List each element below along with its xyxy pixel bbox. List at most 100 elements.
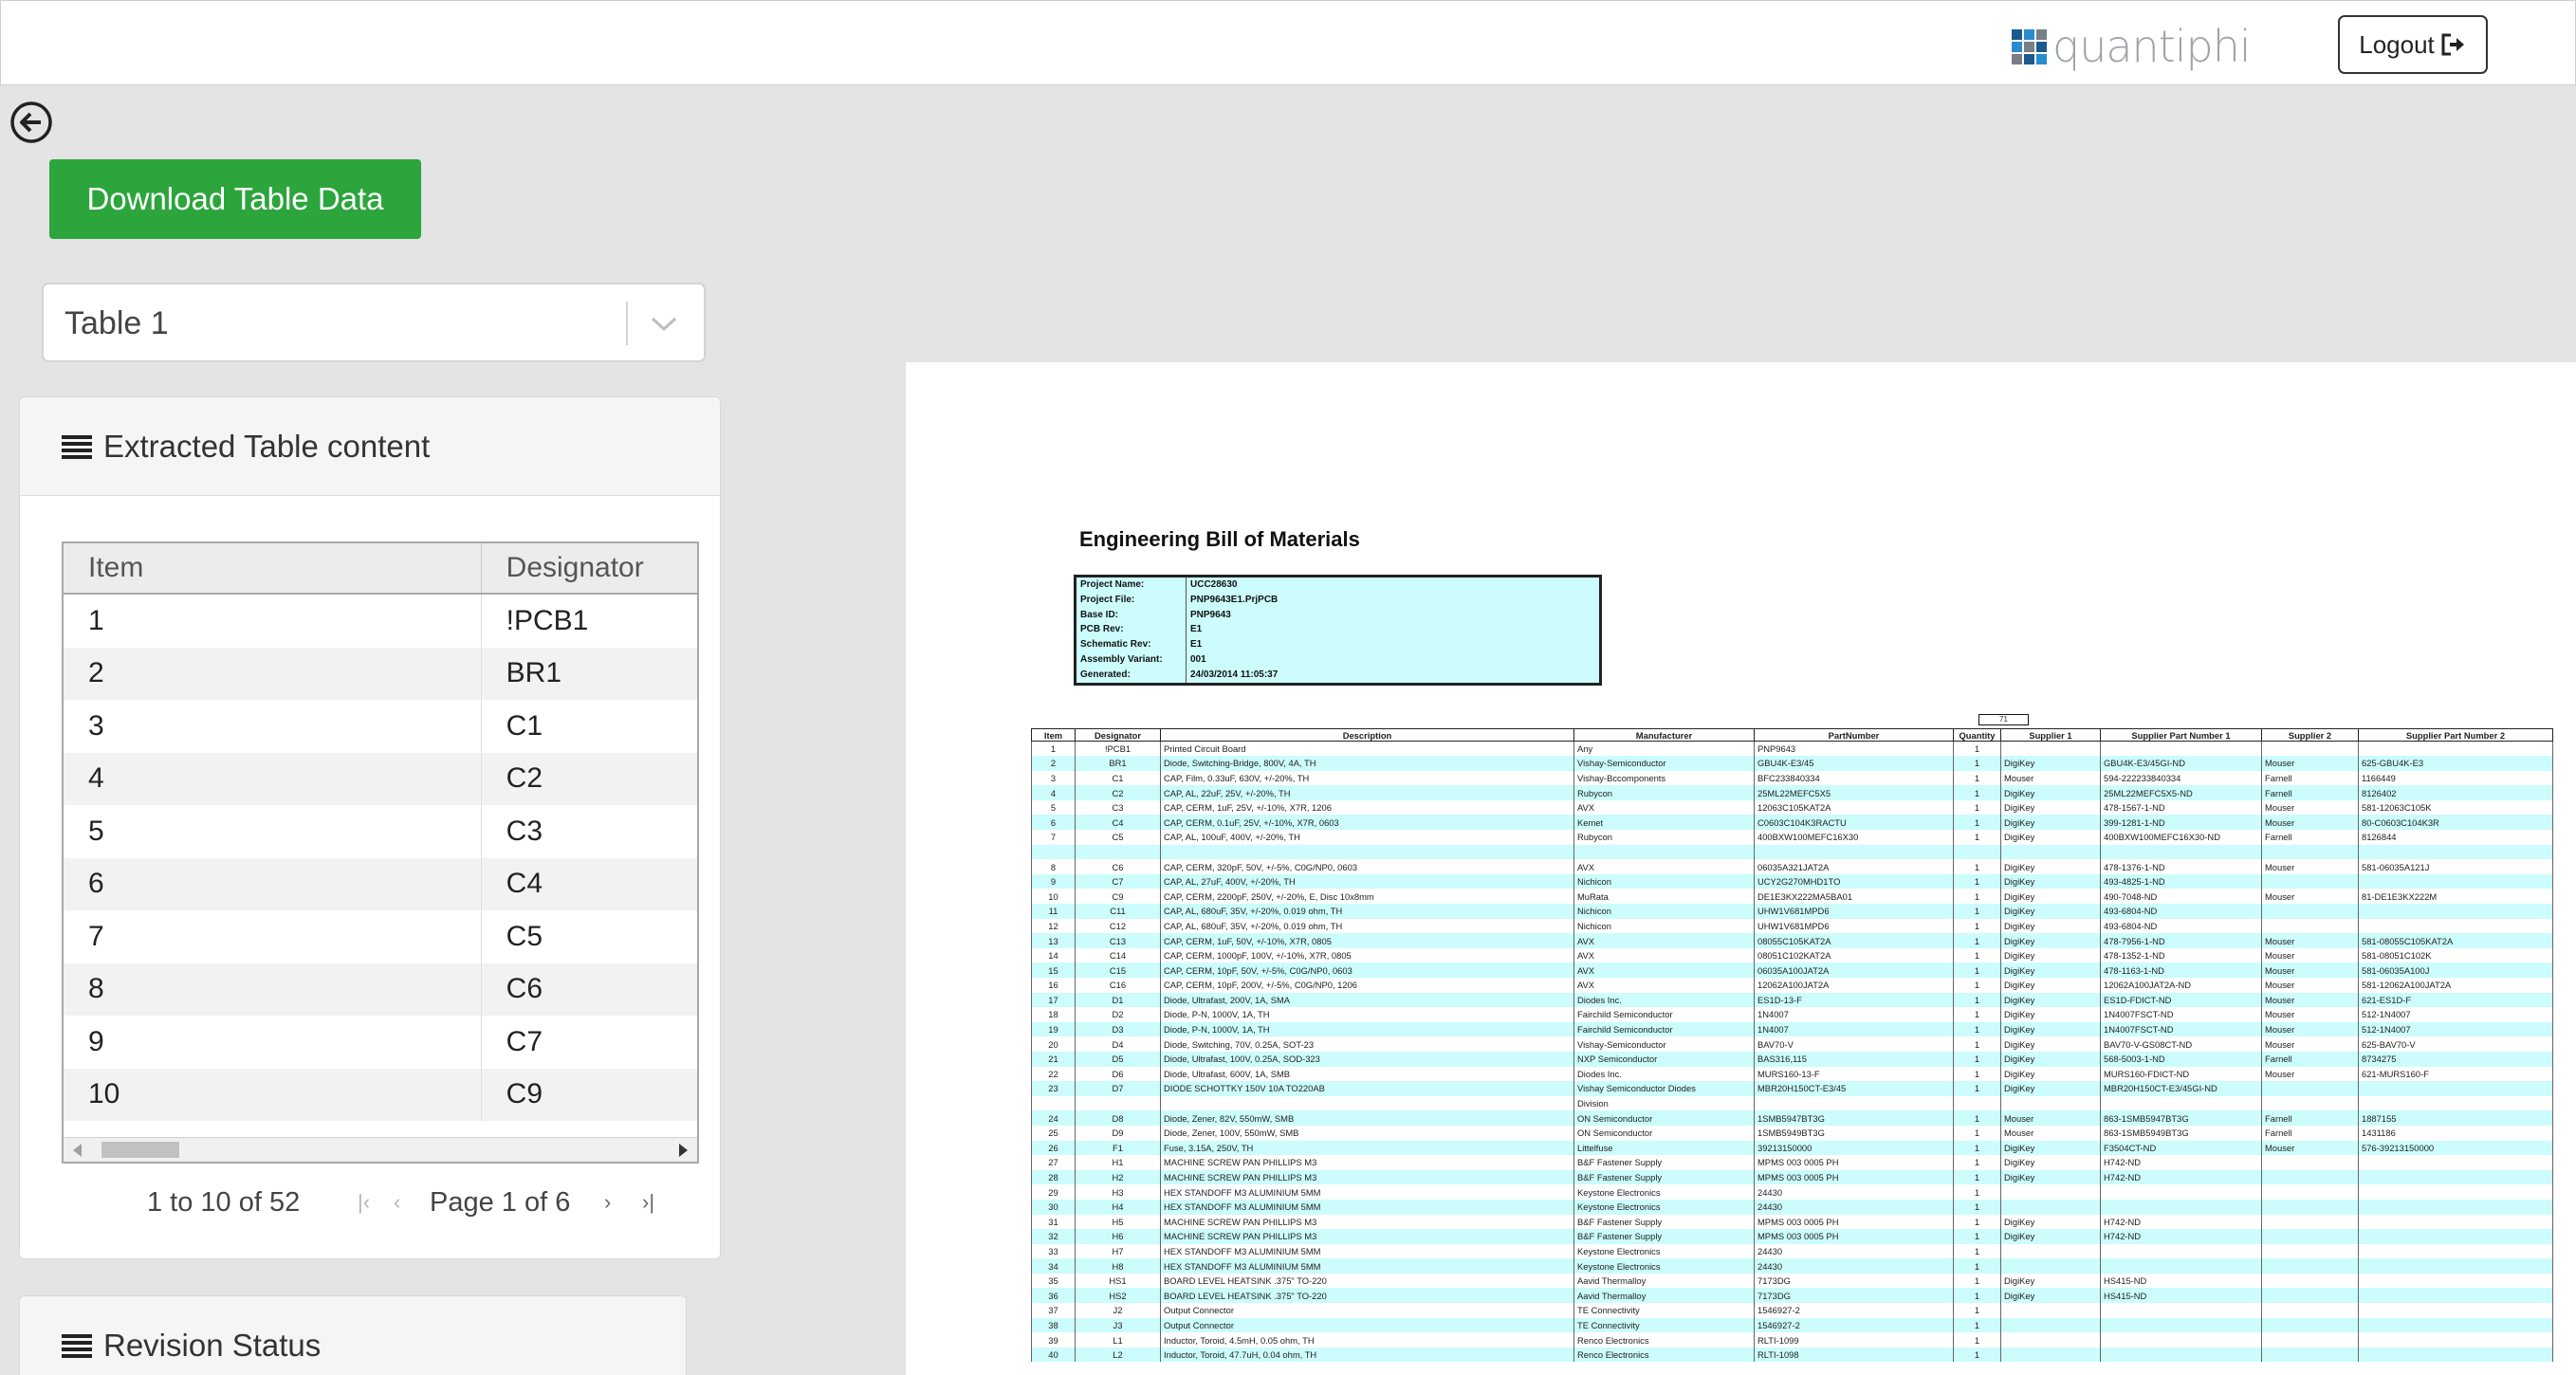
bom-cell: 28 [1031, 1169, 1076, 1185]
logout-button[interactable]: Logout [2338, 15, 2488, 74]
bom-cell [2000, 1199, 2101, 1215]
bom-cell: 1 [1953, 962, 2001, 978]
bom-cell: DigiKey [2000, 873, 2101, 889]
bom-cell: 581-08051C102K [2358, 947, 2553, 963]
bom-cell: 06035A100JAT2A [1754, 962, 1954, 978]
bom-row: 22 D6 Diode, Ultrafast, 600V, 1A, SMB Diode… [1031, 1066, 2553, 1082]
table-row[interactable]: 2 BR1 [64, 647, 697, 700]
bom-row: 35 HS1 BOARD LEVEL HEATSINK .375" TO-220 Aa… [1031, 1273, 2553, 1289]
horizontal-scrollbar[interactable] [64, 1137, 697, 1162]
info-key: Generated: [1076, 667, 1187, 683]
bom-cell: DigiKey [2000, 1229, 2101, 1244]
bom-cell: CAP, CERM, 320pF, 50V, +/-5%, C0G/NP0, 0… [1160, 859, 1574, 874]
bom-cell: Diode, Zener, 82V, 550mW, SMB [1160, 1110, 1574, 1126]
bom-cell: C15 [1075, 962, 1161, 978]
bom-cell: BAV70-V [1754, 1036, 1954, 1052]
download-table-data-button[interactable]: Download Table Data [49, 159, 421, 239]
bom-cell: CAP, AL, 22uF, 25V, +/-20%, TH [1160, 785, 1574, 800]
scrollbar-thumb[interactable] [101, 1142, 179, 1158]
table-select[interactable]: Table 1 [42, 283, 706, 362]
table-row[interactable]: 9 C7 [64, 1016, 697, 1069]
info-key: Base ID: [1076, 607, 1187, 623]
table-row[interactable]: 8 C6 [64, 962, 697, 1016]
scroll-left-arrow-icon[interactable] [73, 1144, 82, 1157]
bom-row: 9 C7 CAP, AL, 27uF, 400V, +/-20%, TH Nichic… [1031, 873, 2553, 889]
bom-cell [2261, 1214, 2359, 1230]
bom-cell [2261, 1288, 2359, 1304]
bom-cell: D2 [1075, 1007, 1161, 1022]
bom-cell: 1N4007 [1754, 1021, 1954, 1037]
bom-cell: RLTI-1098 [1754, 1347, 1954, 1363]
scroll-right-arrow-icon[interactable] [679, 1144, 688, 1157]
bom-cell: DigiKey [2000, 1169, 2101, 1185]
bom-cell: Fairchild Semiconductor [1573, 1021, 1755, 1037]
bom-cell: 400BXW100MEFC16X30-ND [2100, 830, 2262, 845]
document-viewer[interactable]: Engineering Bill of Materials Project Na… [905, 362, 2576, 1375]
bom-cell: 1166449 [2358, 770, 2553, 786]
table-row[interactable]: 10 C9 [64, 1068, 697, 1121]
table-row[interactable]: 4 C2 [64, 752, 697, 805]
arrow-circle-left-icon[interactable] [9, 101, 53, 144]
column-header-designator[interactable]: Designator [482, 543, 697, 593]
bom-cell: C13 [1075, 933, 1161, 948]
bom-cell: Diode, Ultrafast, 100V, 0.25A, SOD-323 [1160, 1051, 1574, 1067]
bom-cell: 512-1N4007 [2358, 1021, 2553, 1037]
bom-cell: Printed Circuit Board [1160, 741, 1574, 757]
bom-cell: 12 [1031, 918, 1076, 934]
bom-cell [2261, 1332, 2359, 1348]
next-page-icon[interactable]: › [604, 1190, 611, 1215]
bom-cell: DigiKey [2000, 785, 2101, 800]
bom-cell: 1N4007FSCT-ND [2100, 1021, 2262, 1037]
bom-cell [2261, 918, 2359, 934]
bom-cell: MACHINE SCREW PAN PHILLIPS M3 [1160, 1229, 1574, 1244]
bom-cell [2358, 1214, 2553, 1230]
table-row[interactable]: 7 C5 [64, 910, 697, 963]
revision-panel-header[interactable]: Revision Status [20, 1296, 686, 1375]
table-row[interactable]: 6 C4 [64, 857, 697, 910]
bom-row: 25 D9 Diode, Zener, 100V, 550mW, SMB ON Sem… [1031, 1125, 2553, 1141]
revision-panel-title: Revision Status [103, 1327, 322, 1363]
table-row[interactable]: 3 C1 [64, 700, 697, 753]
bom-cell: 1 [1953, 918, 2001, 934]
bom-cell: 1 [1953, 1199, 2001, 1215]
bom-cell: DigiKey [2000, 918, 2101, 934]
bom-cell: 1 [1953, 978, 2001, 993]
bom-cell: Farnell [2261, 830, 2359, 845]
bom-cell: 25ML22MEFC5X5-ND [2100, 785, 2262, 800]
bom-row: 32 H6 MACHINE SCREW PAN PHILLIPS M3 B&F Fas… [1031, 1229, 2553, 1244]
bom-column-header: Description [1160, 728, 1574, 742]
info-value: PNP9643 [1190, 609, 1231, 620]
bom-row: 7 C5 CAP, AL, 100uF, 400V, +/-20%, TH Rubyc… [1031, 830, 2553, 845]
bom-cell: HS415-ND [2100, 1288, 2262, 1304]
bars-icon [62, 1333, 92, 1358]
sign-out-icon [2441, 33, 2464, 56]
bom-cell [2100, 1317, 2262, 1333]
bom-cell: GBU4K-E3/45GI-ND [2100, 756, 2262, 771]
bom-row: 14 C14 CAP, CERM, 1000pF, 100V, +/-10%, X7… [1031, 947, 2553, 963]
bom-cell: 1 [1953, 1036, 2001, 1052]
bom-cell: C14 [1075, 947, 1161, 963]
last-page-icon[interactable]: ›| [642, 1190, 654, 1215]
table-row[interactable]: 5 C3 [64, 805, 697, 858]
bom-cell: 20 [1031, 1036, 1076, 1052]
bom-cell: MPMS 003 0005 PH [1754, 1155, 1954, 1170]
bom-cell: B&F Fastener Supply [1573, 1229, 1755, 1244]
table-row[interactable]: 1 !PCB1 [64, 595, 697, 648]
chevron-down-icon[interactable] [645, 309, 683, 338]
column-header-item[interactable]: Item [64, 543, 482, 593]
quantiphi-logo: quantiphi [2012, 21, 2252, 72]
bom-cell: 1 [1953, 1066, 2001, 1082]
bom-cell: Mouser [2261, 1066, 2359, 1082]
bom-cell: DIODE SCHOTTKY 150V 10A TO220AB [1160, 1081, 1574, 1096]
bom-cell: 8126844 [2358, 830, 2553, 845]
previous-page-icon[interactable]: ‹ [394, 1190, 400, 1215]
bom-cell: B&F Fastener Supply [1573, 1169, 1755, 1185]
first-page-icon[interactable]: |‹ [358, 1190, 370, 1215]
bom-row: 40 L2 Inductor, Toroid, 47.7uH, 0.04 ohm, … [1031, 1347, 2553, 1363]
bom-cell: 478-7956-1-ND [2100, 933, 2262, 948]
bom-row: 8 C6 CAP, CERM, 320pF, 50V, +/-5%, C0G/NP0… [1031, 859, 2553, 874]
cell-designator: !PCB1 [506, 604, 589, 636]
bom-cell: 1 [1953, 815, 2001, 831]
bom-cell: BOARD LEVEL HEATSINK .375" TO-220 [1160, 1273, 1574, 1289]
logo-text: quantiphi [2052, 21, 2252, 72]
